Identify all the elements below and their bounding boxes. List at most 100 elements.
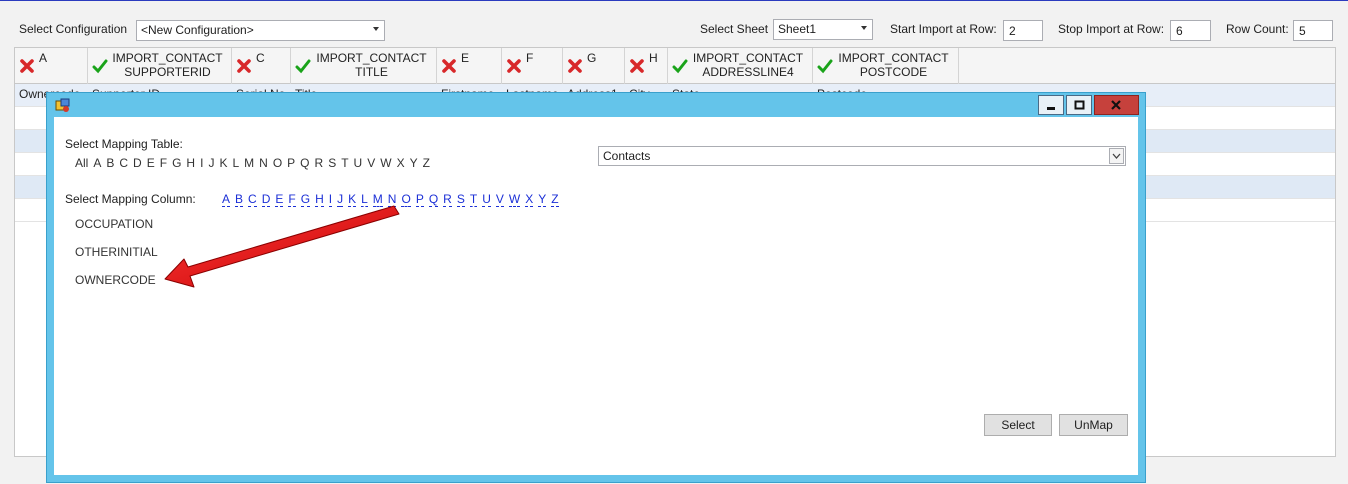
app-icon: [55, 98, 70, 112]
letter-link[interactable]: S: [456, 192, 465, 207]
sheet-select[interactable]: Sheet1: [773, 19, 873, 40]
letter-filter-item[interactable]: T: [341, 156, 348, 170]
letter-filter-item[interactable]: H: [186, 156, 195, 170]
column-header[interactable]: IMPORT_CONTACT ADDRESSLINE4: [668, 48, 813, 84]
letter-link[interactable]: I: [328, 192, 333, 207]
column-letter-filter: ABCDEFGHIJKLMNOPQRSTUVWXYZ: [222, 192, 564, 207]
minimize-button[interactable]: [1038, 95, 1064, 115]
letter-filter-item[interactable]: J: [208, 156, 214, 170]
column-header-label: H: [649, 51, 667, 65]
letter-filter-item[interactable]: W: [380, 156, 391, 170]
letter-filter-item[interactable]: Q: [300, 156, 309, 170]
letter-link[interactable]: Z: [551, 192, 559, 207]
letter-filter-item[interactable]: All: [75, 156, 88, 170]
minimize-icon: [1047, 107, 1055, 110]
maximize-icon: [1074, 100, 1085, 110]
letter-link[interactable]: B: [235, 192, 244, 207]
letter-link[interactable]: T: [469, 192, 478, 207]
list-item[interactable]: OWNERCODE: [75, 273, 156, 287]
letter-link[interactable]: K: [348, 192, 357, 207]
column-header[interactable]: A: [15, 48, 88, 84]
x-icon: [442, 59, 456, 73]
letter-filter-item[interactable]: Z: [423, 156, 430, 170]
letter-filter-item[interactable]: C: [119, 156, 128, 170]
start-import-input[interactable]: 2: [1003, 20, 1043, 41]
letter-link[interactable]: X: [525, 192, 534, 207]
select-configuration-label: Select Configuration: [19, 22, 128, 36]
column-header-line1: A: [39, 51, 48, 65]
letter-filter-item[interactable]: O: [273, 156, 282, 170]
letter-filter-item[interactable]: S: [328, 156, 336, 170]
letter-filter-item[interactable]: V: [367, 156, 375, 170]
column-header[interactable]: H: [625, 48, 668, 84]
import-window: Select Configuration <New Configuration>…: [0, 0, 1348, 484]
letter-filter-item[interactable]: X: [397, 156, 405, 170]
letter-filter-item[interactable]: D: [133, 156, 142, 170]
list-item[interactable]: OTHERINITIAL: [75, 245, 158, 259]
column-header[interactable]: F: [502, 48, 563, 84]
letter-filter-item[interactable]: Y: [410, 156, 418, 170]
letter-link[interactable]: M: [372, 192, 383, 207]
letter-link[interactable]: L: [361, 192, 368, 207]
configuration-select[interactable]: <New Configuration>: [136, 20, 385, 41]
letter-filter-item[interactable]: N: [259, 156, 268, 170]
configuration-value: <New Configuration>: [141, 23, 254, 37]
row-count-label: Row Count:: [1226, 22, 1289, 36]
dropdown-button[interactable]: [1109, 148, 1124, 164]
letter-link[interactable]: C: [248, 192, 257, 207]
close-button[interactable]: [1094, 95, 1139, 115]
column-header-line1: H: [649, 51, 658, 65]
column-header-line1: IMPORT_CONTACT: [838, 51, 949, 65]
letter-filter-item[interactable]: P: [287, 156, 295, 170]
maximize-button[interactable]: [1066, 95, 1092, 115]
column-header-line2: TITLE: [355, 65, 388, 79]
row-count-input[interactable]: 5: [1293, 20, 1333, 41]
column-header[interactable]: E: [437, 48, 502, 84]
letter-filter-item[interactable]: L: [232, 156, 239, 170]
dialog-title-bar[interactable]: [47, 93, 1145, 117]
chevron-down-icon: [373, 27, 379, 31]
stop-import-input[interactable]: 6: [1170, 20, 1211, 41]
letter-filter-item[interactable]: B: [106, 156, 114, 170]
unmap-button[interactable]: UnMap: [1059, 414, 1128, 436]
letter-link[interactable]: W: [508, 192, 521, 207]
column-header[interactable]: IMPORT_CONTACT TITLE: [291, 48, 437, 84]
column-header-label: IMPORT_CONTACT SUPPORTERID: [88, 51, 231, 79]
letter-link[interactable]: U: [482, 192, 491, 207]
letter-filter-item[interactable]: K: [219, 156, 227, 170]
letter-link[interactable]: A: [222, 192, 231, 207]
letter-filter-item[interactable]: I: [200, 156, 203, 170]
column-header-label: IMPORT_CONTACT ADDRESSLINE4: [668, 51, 812, 79]
letter-link[interactable]: V: [495, 192, 504, 207]
letter-filter-item[interactable]: E: [147, 156, 155, 170]
list-item[interactable]: OCCUPATION: [75, 217, 153, 231]
letter-link[interactable]: G: [300, 192, 311, 207]
letter-link[interactable]: J: [337, 192, 344, 207]
column-header[interactable]: C: [232, 48, 291, 84]
x-icon: [20, 59, 34, 73]
letter-filter-item[interactable]: U: [354, 156, 363, 170]
letter-link[interactable]: Q: [428, 192, 439, 207]
column-header[interactable]: G: [563, 48, 625, 84]
letter-link[interactable]: P: [415, 192, 424, 207]
letter-link[interactable]: F: [288, 192, 296, 207]
letter-filter-item[interactable]: R: [315, 156, 324, 170]
letter-link[interactable]: N: [387, 192, 397, 207]
letter-link[interactable]: H: [315, 192, 324, 207]
x-icon: [507, 59, 521, 73]
select-button[interactable]: Select: [984, 414, 1052, 436]
letter-link[interactable]: Y: [538, 192, 547, 207]
column-header[interactable]: IMPORT_CONTACT POSTCODE: [813, 48, 959, 84]
mapping-table-select[interactable]: Contacts: [598, 146, 1126, 166]
letter-link[interactable]: R: [443, 192, 452, 207]
select-mapping-table-label: Select Mapping Table:: [65, 137, 183, 151]
letter-filter-item[interactable]: M: [244, 156, 254, 170]
letter-filter-item[interactable]: A: [93, 156, 101, 170]
letter-link[interactable]: O: [401, 192, 411, 207]
start-import-label: Start Import at Row:: [890, 22, 997, 36]
letter-link[interactable]: E: [275, 192, 284, 207]
letter-filter-item[interactable]: F: [160, 156, 167, 170]
column-header[interactable]: IMPORT_CONTACT SUPPORTERID: [88, 48, 232, 84]
letter-filter-item[interactable]: G: [172, 156, 181, 170]
letter-link[interactable]: D: [261, 192, 271, 207]
